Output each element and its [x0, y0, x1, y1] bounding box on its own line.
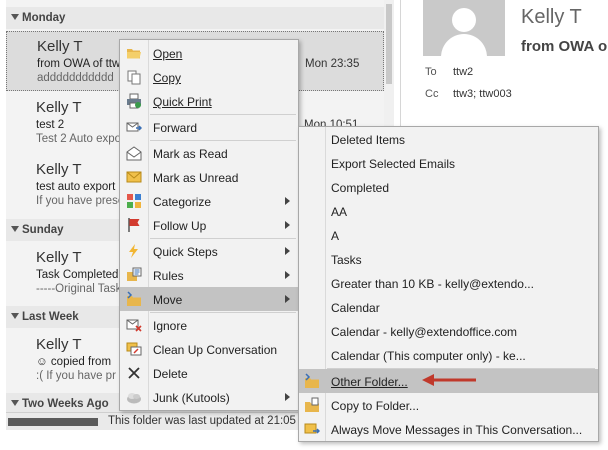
- mark-read-icon: [126, 146, 142, 161]
- scrollbar-thumb[interactable]: [386, 4, 392, 84]
- other-folder-icon: [305, 373, 319, 388]
- submenu-item-always-move[interactable]: Always Move Messages in This Conversatio…: [299, 417, 598, 441]
- mail-sender: Kelly T: [37, 38, 83, 55]
- submenu-arrow-icon: [285, 393, 290, 401]
- submenu-arrow-icon: [285, 271, 290, 279]
- to-value[interactable]: ttw2: [453, 66, 473, 78]
- submenu-item-tasks[interactable]: Tasks: [299, 247, 598, 271]
- delete-icon: [128, 367, 140, 379]
- mail-preview: If you have prese: [36, 195, 125, 207]
- always-move-icon: [304, 423, 320, 434]
- to-label: To: [425, 66, 437, 78]
- submenu-item-calendar-kelly[interactable]: Calendar - kelly@extendoffice.com: [299, 319, 598, 343]
- submenu-arrow-icon: [285, 247, 290, 255]
- flag-icon: [128, 218, 140, 232]
- menu-item-clean-up-conversation[interactable]: Clean Up Conversation: [120, 337, 298, 361]
- status-bar: This folder was last updated at 21:05: [6, 412, 302, 430]
- menu-item-rules[interactable]: Rules: [120, 263, 298, 287]
- mail-preview: :( If you have pr: [36, 370, 116, 382]
- submenu-item-calendar-this-computer[interactable]: Calendar (This computer only) - ke...: [299, 343, 598, 367]
- submenu-arrow-icon: [285, 295, 290, 303]
- mail-preview: addddddddddd: [37, 72, 114, 84]
- status-text: This folder was last updated at 21:05: [108, 415, 296, 427]
- collapse-triangle-icon[interactable]: [11, 14, 19, 20]
- ignore-icon: [126, 319, 142, 332]
- forward-icon: [126, 122, 142, 132]
- collapse-triangle-icon[interactable]: [11, 313, 19, 319]
- submenu-item-calendar[interactable]: Calendar: [299, 295, 598, 319]
- menu-item-mark-as-unread[interactable]: Mark as Unread: [120, 165, 298, 189]
- avatar: [423, 0, 505, 56]
- cc-value[interactable]: ttw3; ttw003: [453, 88, 512, 100]
- mail-subject: test 2: [36, 119, 65, 131]
- submenu-item-completed[interactable]: Completed: [299, 175, 598, 199]
- mail-subject: ☺ copied from: [36, 356, 112, 368]
- annotation-arrow-icon: [422, 374, 476, 386]
- menu-item-open[interactable]: Open: [120, 41, 298, 65]
- mail-sender: Kelly T: [36, 99, 82, 116]
- group-header-monday[interactable]: Monday: [6, 7, 384, 29]
- lightning-icon: [129, 244, 138, 258]
- rules-icon: [127, 267, 142, 281]
- submenu-item-aa[interactable]: AA: [299, 199, 598, 223]
- menu-item-ignore[interactable]: Ignore: [120, 313, 298, 337]
- mail-sender: Kelly T: [36, 336, 82, 353]
- avatar-body-shape: [441, 34, 487, 56]
- mail-sender: Kelly T: [36, 249, 82, 266]
- mark-unread-icon: [126, 171, 142, 183]
- submenu-item-copy-to-folder[interactable]: Copy to Folder...: [299, 393, 598, 417]
- menu-item-forward[interactable]: Forward: [120, 115, 298, 139]
- mail-preview: Test 2 Auto expo: [36, 133, 122, 145]
- context-menu: Open Copy Quick Print Forward Mark as Re…: [119, 39, 299, 411]
- copy-to-folder-icon: [305, 397, 319, 412]
- move-submenu: Deleted Items Export Selected Emails Com…: [298, 126, 599, 442]
- submenu-item-a[interactable]: A: [299, 223, 598, 247]
- avatar-head-shape: [452, 8, 476, 32]
- move-folder-icon: [127, 291, 141, 306]
- menu-item-junk-kutools[interactable]: Junk (Kutools): [120, 385, 298, 409]
- menu-item-follow-up[interactable]: Follow Up: [120, 213, 298, 237]
- menu-item-mark-as-read[interactable]: Mark as Read: [120, 141, 298, 165]
- submenu-item-deleted-items[interactable]: Deleted Items: [299, 127, 598, 151]
- menu-item-copy[interactable]: Copy: [120, 65, 298, 89]
- submenu-item-export-selected-emails[interactable]: Export Selected Emails: [299, 151, 598, 175]
- submenu-arrow-icon: [285, 197, 290, 205]
- mail-subject: test auto export: [36, 181, 116, 193]
- clean-up-icon: [126, 342, 142, 356]
- status-progress-bar: [8, 418, 98, 426]
- mail-sender: Kelly T: [36, 161, 82, 178]
- menu-item-delete[interactable]: Delete: [120, 361, 298, 385]
- categorize-icon: [127, 194, 141, 208]
- reading-pane-subject: from OWA o: [521, 38, 608, 55]
- quick-print-icon: [127, 93, 141, 109]
- cc-label: Cc: [425, 88, 439, 100]
- collapse-triangle-icon[interactable]: [11, 226, 19, 232]
- open-folder-icon: [127, 49, 141, 59]
- mail-time: Mon 23:35: [305, 58, 360, 70]
- submenu-item-greater-than-10kb[interactable]: Greater than 10 KB - kelly@extendo...: [299, 271, 598, 295]
- mail-preview: -----Original Task: [36, 283, 122, 295]
- collapse-triangle-icon[interactable]: [11, 400, 19, 406]
- menu-item-move[interactable]: Move: [120, 287, 298, 311]
- copy-icon: [127, 70, 141, 85]
- submenu-arrow-icon: [285, 221, 290, 229]
- mail-subject: Task Completed:: [36, 269, 122, 281]
- mail-subject: from OWA of ttw: [37, 58, 121, 70]
- menu-item-quick-steps[interactable]: Quick Steps: [120, 239, 298, 263]
- menu-item-quick-print[interactable]: Quick Print: [120, 89, 298, 113]
- menu-item-categorize[interactable]: Categorize: [120, 189, 298, 213]
- junk-icon: [127, 393, 141, 404]
- reading-pane-sender-name: Kelly T: [521, 6, 582, 28]
